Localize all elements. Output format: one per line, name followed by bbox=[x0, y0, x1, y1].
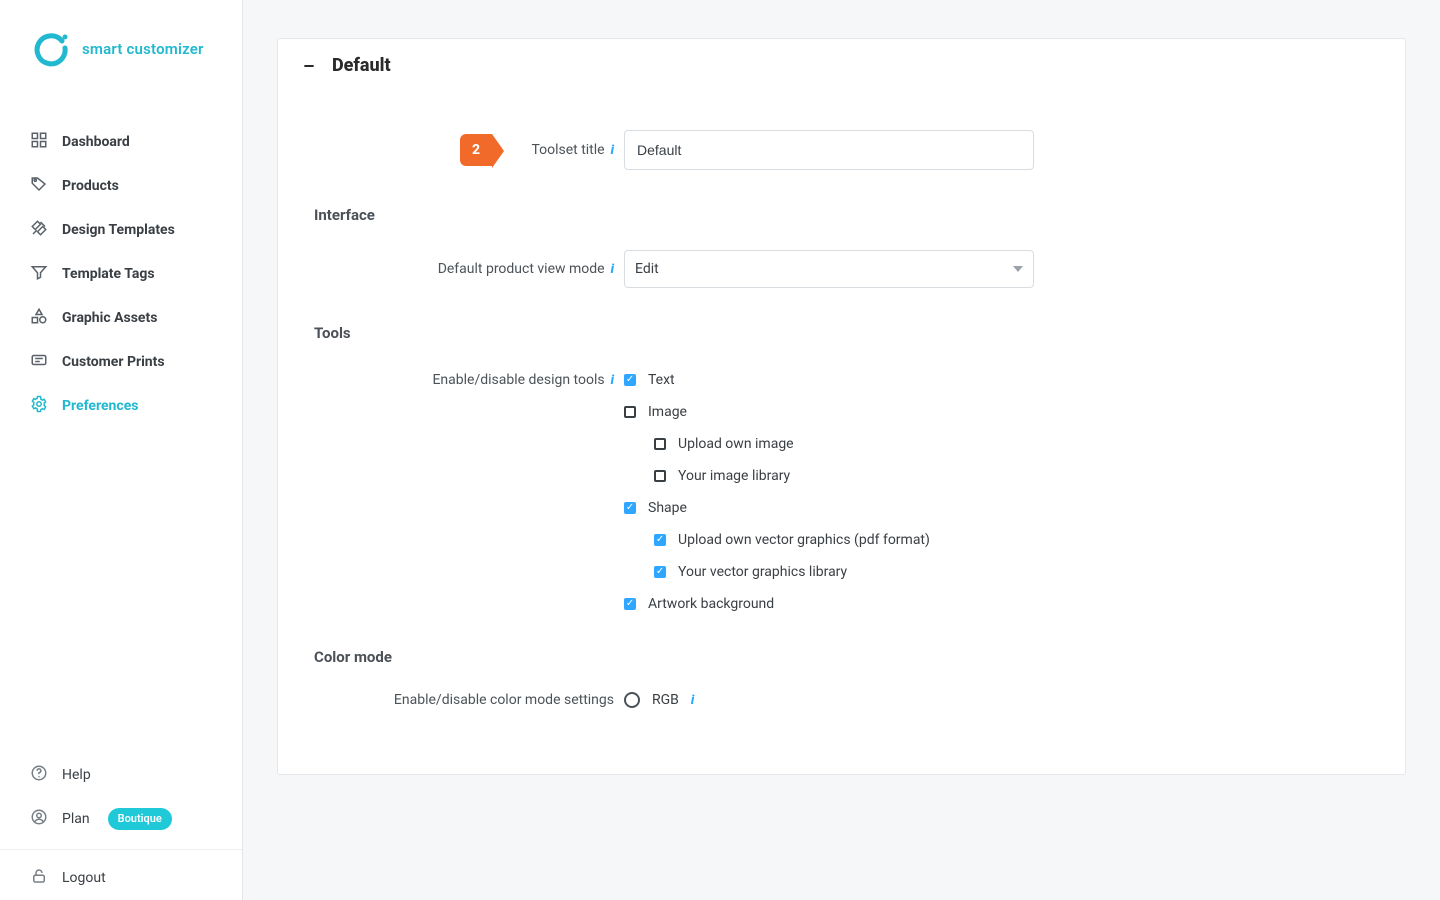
section-color-mode-title: Color mode bbox=[314, 648, 1369, 666]
main: Default 2 Toolset title i Interface Defa… bbox=[243, 0, 1440, 900]
tool-image-row: Image bbox=[624, 404, 1044, 420]
default-view-row: Default product view mode i Edit bbox=[314, 250, 1369, 288]
checkbox-label: Upload own vector graphics (pdf format) bbox=[678, 532, 930, 548]
help-icon bbox=[30, 764, 48, 786]
sidebar-item-customer-prints[interactable]: Customer Prints bbox=[20, 340, 232, 384]
panel-header: Default bbox=[278, 39, 1405, 94]
dashboard-icon bbox=[30, 131, 48, 153]
tool-artwork-bg-row: Artwork background bbox=[624, 596, 1044, 612]
funnel-icon bbox=[30, 263, 48, 285]
color-mode-label: Enable/disable color mode settings bbox=[314, 692, 614, 708]
sidebar-divider bbox=[0, 849, 242, 850]
user-icon bbox=[30, 808, 48, 830]
primary-nav: Dashboard Products Design Templates Temp… bbox=[0, 98, 242, 743]
checkbox-label: Artwork background bbox=[648, 596, 774, 612]
toolset-title-row: 2 Toolset title i bbox=[314, 130, 1369, 170]
tool-shape-upload-row: Upload own vector graphics (pdf format) bbox=[654, 532, 1044, 548]
panel-body: 2 Toolset title i Interface Default prod… bbox=[278, 94, 1405, 774]
sidebar-item-graphic-assets[interactable]: Graphic Assets bbox=[20, 296, 232, 340]
sidebar-item-label: Design Templates bbox=[62, 222, 175, 238]
sidebar-plan-label: Plan bbox=[62, 811, 90, 827]
sidebar-item-template-tags[interactable]: Template Tags bbox=[20, 252, 232, 296]
checkbox-shape[interactable] bbox=[624, 502, 636, 514]
tool-image-library-row: Your image library bbox=[654, 468, 1044, 484]
info-icon[interactable]: i bbox=[611, 262, 614, 277]
checkbox-label: Text bbox=[648, 372, 675, 388]
tool-text-row: Text bbox=[624, 372, 1044, 388]
section-interface-title: Interface bbox=[314, 206, 1369, 224]
app-name: smart customizer bbox=[82, 40, 204, 58]
tool-shape-library-row: Your vector graphics library bbox=[654, 564, 1044, 580]
checkbox-artwork-background[interactable] bbox=[624, 598, 636, 610]
checkbox-upload-own-image[interactable] bbox=[654, 438, 666, 450]
tool-image-upload-row: Upload own image bbox=[654, 436, 1044, 452]
checkbox-label: Image bbox=[648, 404, 687, 420]
checkbox-label: Your image library bbox=[678, 468, 790, 484]
sidebar-footer: Help Plan Boutique Logout bbox=[0, 743, 242, 900]
brand-logo-icon bbox=[34, 31, 70, 67]
checkbox-text[interactable] bbox=[624, 374, 636, 386]
default-view-select[interactable]: Edit bbox=[624, 250, 1034, 288]
lock-icon bbox=[30, 867, 48, 889]
prints-icon bbox=[30, 351, 48, 373]
sidebar-item-design-templates[interactable]: Design Templates bbox=[20, 208, 232, 252]
minus-icon[interactable] bbox=[300, 57, 318, 75]
default-view-label: Default product view mode i bbox=[314, 261, 614, 277]
label-text: Enable/disable design tools bbox=[432, 372, 604, 388]
label-text: Enable/disable color mode settings bbox=[394, 692, 614, 708]
radio-rgb[interactable] bbox=[624, 692, 640, 708]
radio-label: RGB bbox=[652, 692, 679, 708]
chevron-down-icon bbox=[1013, 266, 1023, 272]
tools-label: Enable/disable design tools i bbox=[314, 372, 614, 388]
sidebar-item-label: Products bbox=[62, 178, 119, 194]
color-mode-row: Enable/disable color mode settings RGB i bbox=[314, 692, 1369, 708]
brand: smart customizer bbox=[0, 0, 242, 98]
sidebar: smart customizer Dashboard Products Desi… bbox=[0, 0, 243, 900]
preferences-panel: Default 2 Toolset title i Interface Defa… bbox=[277, 38, 1406, 775]
gear-icon bbox=[30, 395, 48, 417]
sidebar-item-preferences[interactable]: Preferences bbox=[20, 384, 232, 428]
sidebar-item-label: Preferences bbox=[62, 398, 138, 414]
tools-checkbox-list: Text Image Upload own image Your im bbox=[624, 368, 1044, 612]
toolset-title-input[interactable] bbox=[624, 130, 1034, 170]
checkbox-label: Upload own image bbox=[678, 436, 794, 452]
info-icon[interactable]: i bbox=[691, 693, 694, 708]
sidebar-item-label: Customer Prints bbox=[62, 354, 165, 370]
sidebar-item-label: Graphic Assets bbox=[62, 310, 157, 326]
sidebar-item-label: Template Tags bbox=[62, 266, 155, 282]
shapes-icon bbox=[30, 307, 48, 329]
sidebar-logout[interactable]: Logout bbox=[20, 856, 232, 900]
app-shell: smart customizer Dashboard Products Desi… bbox=[0, 0, 1440, 900]
checkbox-image[interactable] bbox=[624, 406, 636, 418]
label-text: Toolset title bbox=[531, 142, 604, 158]
sidebar-item-products[interactable]: Products bbox=[20, 164, 232, 208]
sidebar-item-dashboard[interactable]: Dashboard bbox=[20, 120, 232, 164]
label-text: Default product view mode bbox=[438, 261, 605, 277]
info-icon[interactable]: i bbox=[611, 373, 614, 388]
panel-title: Default bbox=[332, 55, 391, 76]
sidebar-help[interactable]: Help bbox=[20, 753, 232, 797]
step-chip: 2 bbox=[460, 134, 492, 166]
checkbox-your-vector-library[interactable] bbox=[654, 566, 666, 578]
tool-shape-row: Shape bbox=[624, 500, 1044, 516]
sidebar-item-label: Dashboard bbox=[62, 134, 130, 150]
checkbox-label: Your vector graphics library bbox=[678, 564, 847, 580]
tag-icon bbox=[30, 175, 48, 197]
section-tools-title: Tools bbox=[314, 324, 1369, 342]
design-templates-icon bbox=[30, 219, 48, 241]
checkbox-upload-own-vector[interactable] bbox=[654, 534, 666, 546]
plan-badge: Boutique bbox=[108, 808, 172, 830]
color-mode-options: RGB i bbox=[624, 692, 1044, 708]
checkbox-label: Shape bbox=[648, 500, 687, 516]
info-icon[interactable]: i bbox=[611, 143, 614, 158]
sidebar-logout-label: Logout bbox=[62, 870, 106, 886]
sidebar-plan[interactable]: Plan Boutique bbox=[20, 797, 232, 841]
tools-row: Enable/disable design tools i Text Image bbox=[314, 368, 1369, 612]
select-value: Edit bbox=[635, 261, 659, 277]
checkbox-your-image-library[interactable] bbox=[654, 470, 666, 482]
sidebar-help-label: Help bbox=[62, 767, 91, 783]
